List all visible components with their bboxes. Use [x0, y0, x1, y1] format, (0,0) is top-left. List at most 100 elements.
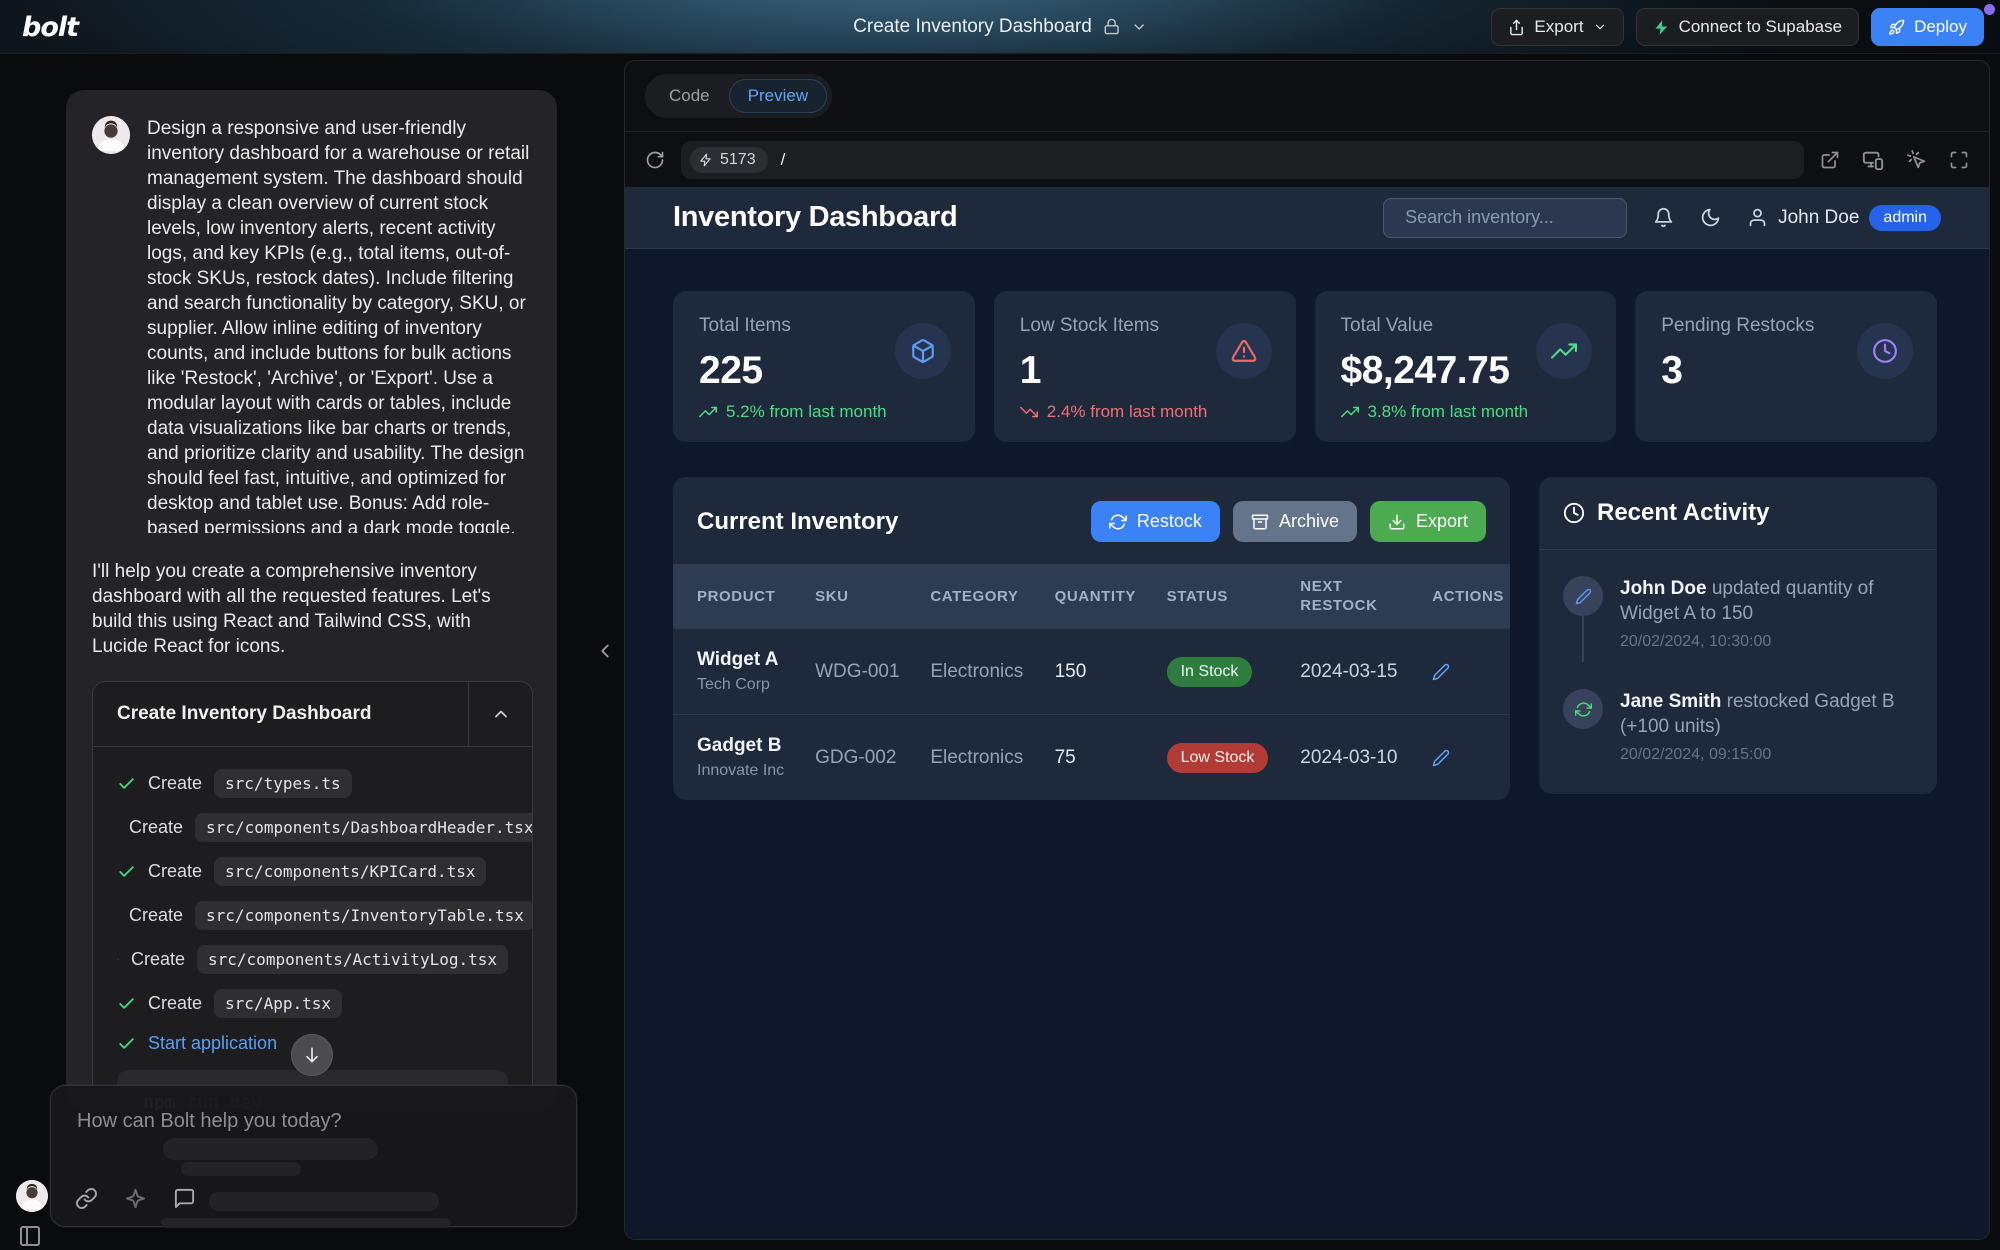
product-quantity[interactable]: 150	[1031, 629, 1143, 715]
status-badge: In Stock	[1167, 657, 1253, 687]
sidebar-toggle-icon[interactable]	[18, 1224, 42, 1248]
dark-mode-moon-icon[interactable]	[1700, 207, 1721, 228]
step-file[interactable]: src/components/KPICard.tsx	[214, 857, 486, 886]
step-action: Create	[148, 861, 202, 882]
rocket-icon	[1888, 19, 1905, 36]
responsive-devices-icon[interactable]	[1862, 149, 1884, 171]
activity-title: Recent Activity	[1597, 499, 1770, 527]
search-input[interactable]	[1405, 207, 1637, 228]
tab-code[interactable]: Code	[650, 79, 729, 113]
archive-label: Archive	[1279, 511, 1339, 532]
enhance-sparkles-icon[interactable]	[124, 1187, 147, 1210]
export-button[interactable]: Export	[1491, 8, 1623, 46]
step-file[interactable]: src/types.ts	[214, 769, 352, 798]
restock-label: Restock	[1137, 511, 1202, 532]
clock-icon	[1872, 338, 1898, 364]
download-icon	[1388, 513, 1406, 531]
chat-mode-icon[interactable]	[173, 1187, 196, 1210]
role-badge: admin	[1869, 205, 1941, 231]
activity-user: Jane Smith	[1620, 691, 1721, 712]
reload-icon[interactable]	[645, 150, 665, 170]
product-name: Widget A	[697, 649, 791, 671]
arrow-down-icon	[302, 1045, 322, 1065]
activity-timestamp: 20/02/2024, 09:15:00	[1620, 746, 1913, 764]
url-field[interactable]: 5173 /	[681, 141, 1804, 179]
table-row[interactable]: Gadget B Innovate Inc GDG-002 Electronic…	[673, 715, 1510, 801]
user-menu[interactable]: John Doe admin	[1747, 205, 1941, 231]
kpi-change: 3.8% from last month	[1368, 402, 1529, 422]
tab-preview[interactable]: Preview	[729, 79, 827, 113]
inventory-search[interactable]	[1383, 198, 1627, 238]
archive-icon	[1251, 513, 1269, 531]
project-title: Create Inventory Dashboard	[853, 16, 1092, 38]
assistant-intro-text: I'll help you create a comprehensive inv…	[92, 559, 531, 659]
step-action: Create	[129, 817, 183, 838]
product-name: Gadget B	[697, 735, 791, 757]
bell-icon[interactable]	[1653, 207, 1674, 228]
scroll-to-bottom-button[interactable]	[291, 1034, 333, 1076]
product-supplier: Tech Corp	[697, 676, 791, 694]
deploy-button[interactable]: Deploy	[1871, 8, 1984, 46]
table-row[interactable]: Widget A Tech Corp WDG-001 Electronics 1…	[673, 629, 1510, 715]
next-restock-date: 2024-03-10	[1276, 715, 1408, 801]
artifact-step: Create src/components/DashboardHeader.ts…	[117, 813, 508, 842]
activity-user: John Doe	[1620, 578, 1707, 599]
step-file[interactable]: src/components/ActivityLog.tsx	[197, 945, 508, 974]
step-file[interactable]: src/components/DashboardHeader.tsx	[195, 813, 533, 842]
redacted-line	[181, 1162, 301, 1176]
artifact-step: Create src/components/InventoryTable.tsx	[117, 901, 508, 930]
check-icon	[117, 1034, 136, 1053]
recent-activity-card: Recent Activity John Doe updated quantit…	[1539, 477, 1937, 794]
product-sku: WDG-001	[791, 629, 906, 715]
inspect-pointer-icon[interactable]	[1906, 149, 1927, 170]
kpi-card-total-items: Total Items 225 5.2% from last month	[673, 291, 975, 442]
col-category: Category	[906, 564, 1030, 629]
trending-up-icon	[1341, 403, 1359, 421]
step-file[interactable]: src/App.tsx	[214, 989, 342, 1018]
project-title-group[interactable]: Create Inventory Dashboard	[853, 16, 1147, 38]
alert-triangle-icon	[1231, 338, 1257, 364]
kpi-card-low-stock: Low Stock Items 1 2.4% from last month	[994, 291, 1296, 442]
activity-item: Jane Smith restocked Gadget B (+100 unit…	[1563, 689, 1913, 764]
chat-input-box[interactable]: How can Bolt help you today?	[50, 1085, 577, 1227]
top-bar: bolt Create Inventory Dashboard Export C…	[0, 0, 2000, 54]
trending-down-icon	[1020, 403, 1038, 421]
step-action: Create	[148, 993, 202, 1014]
edit-pencil-icon[interactable]	[1432, 663, 1510, 681]
editor-tabs-row: Code Preview	[625, 61, 1989, 131]
bolt-logo[interactable]: bolt	[22, 12, 78, 43]
chevron-down-icon[interactable]	[1131, 19, 1147, 35]
supabase-icon	[1653, 19, 1670, 36]
package-icon	[910, 338, 936, 364]
next-restock-date: 2024-03-15	[1276, 629, 1408, 715]
dashboard-header: Inventory Dashboard John Doe admin	[625, 187, 1989, 249]
restock-button[interactable]: Restock	[1091, 501, 1220, 542]
redacted-line	[209, 1192, 439, 1211]
open-external-icon[interactable]	[1820, 150, 1840, 170]
artifact-step: Create src/App.tsx	[117, 989, 508, 1018]
user-icon	[1747, 207, 1768, 228]
artifact-title: Create Inventory Dashboard	[93, 682, 468, 746]
col-product: Product	[673, 564, 791, 629]
product-quantity[interactable]: 75	[1031, 715, 1143, 801]
step-file[interactable]: src/components/InventoryTable.tsx	[195, 901, 533, 930]
col-next-restock: Next Restock	[1276, 564, 1408, 629]
user-avatar	[92, 116, 130, 154]
account-avatar[interactable]	[16, 1180, 48, 1212]
check-icon	[117, 950, 119, 969]
fullscreen-icon[interactable]	[1949, 150, 1969, 170]
archive-button[interactable]: Archive	[1233, 501, 1357, 542]
zap-icon	[699, 153, 713, 167]
refresh-icon	[1109, 513, 1127, 531]
attach-link-icon[interactable]	[75, 1187, 98, 1210]
lock-icon	[1103, 18, 1120, 35]
export-csv-button[interactable]: Export	[1370, 501, 1486, 542]
connect-supabase-button[interactable]: Connect to Supabase	[1636, 8, 1860, 46]
port-chip[interactable]: 5173	[690, 147, 768, 173]
edit-pencil-icon[interactable]	[1432, 749, 1510, 767]
pencil-icon	[1575, 588, 1592, 605]
col-actions: Actions	[1408, 564, 1510, 629]
artifact-collapse-button[interactable]	[468, 682, 532, 746]
check-icon	[117, 862, 136, 881]
collapse-chat-chevron[interactable]	[594, 640, 616, 662]
